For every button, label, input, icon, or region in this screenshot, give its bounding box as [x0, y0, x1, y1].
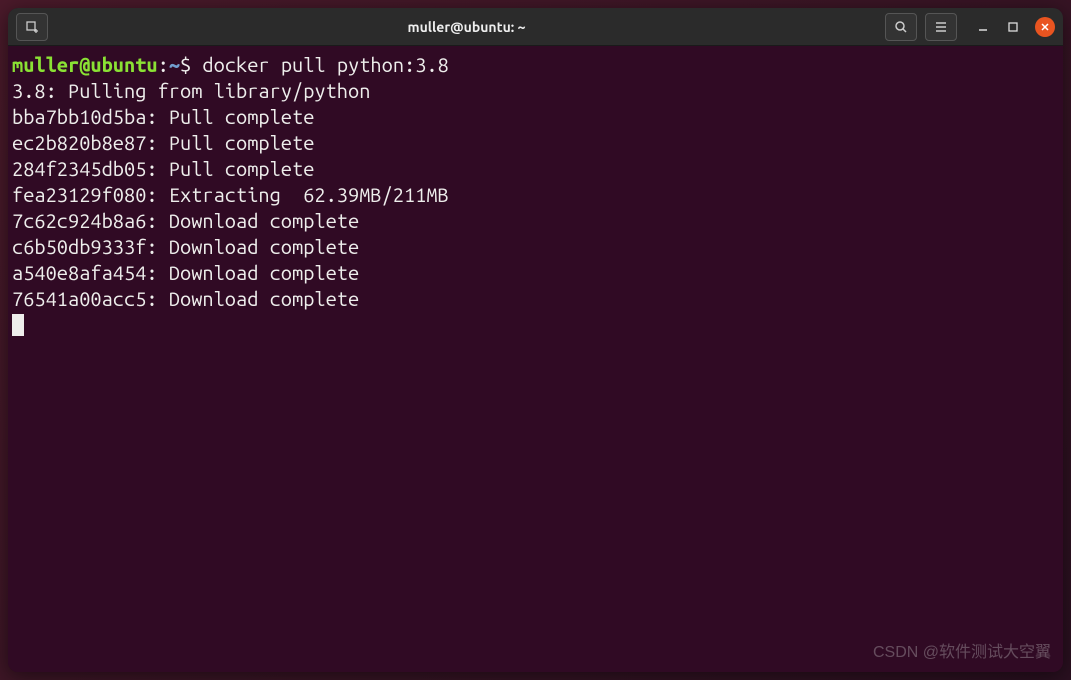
layer-id: ec2b820b8e87: [12, 131, 146, 154]
layer-line: 284f2345db05: Pull complete: [12, 156, 1059, 182]
layer-line: fea23129f080: Extracting 62.39MB/211MB: [12, 182, 1059, 208]
layer-status: Pull complete: [169, 105, 315, 128]
layer-status: Download complete: [169, 235, 359, 258]
prompt-path: ~: [169, 53, 180, 76]
window-title: muller@ubuntu: ~: [48, 19, 885, 35]
layer-id: c6b50db9333f: [12, 235, 146, 258]
layer-status: Extracting 62.39MB/211MB: [169, 183, 449, 206]
layer-id: a540e8afa454: [12, 261, 146, 284]
prompt-user-host: muller@ubuntu: [12, 53, 158, 76]
prompt-line: muller@ubuntu:~$ docker pull python:3.8: [12, 52, 1059, 78]
layer-id: 7c62c924b8a6: [12, 209, 146, 232]
maximize-icon: [1008, 22, 1018, 32]
layer-status: Download complete: [169, 261, 359, 284]
minimize-button[interactable]: [975, 19, 991, 35]
cursor-line: [12, 312, 1059, 338]
new-tab-button[interactable]: [16, 13, 48, 41]
cursor: [12, 314, 24, 336]
layer-status: Download complete: [169, 209, 359, 232]
search-button[interactable]: [885, 13, 917, 41]
layer-line: c6b50db9333f: Download complete: [12, 234, 1059, 260]
layer-line: 7c62c924b8a6: Download complete: [12, 208, 1059, 234]
layer-status: Download complete: [169, 287, 359, 310]
minimize-icon: [978, 22, 988, 32]
prompt-dollar: $: [180, 53, 202, 76]
prompt-colon: :: [158, 53, 169, 76]
layer-line: bba7bb10d5ba: Pull complete: [12, 104, 1059, 130]
search-icon: [894, 20, 908, 34]
layer-line: ec2b820b8e87: Pull complete: [12, 130, 1059, 156]
layer-status: Pull complete: [169, 131, 315, 154]
layer-id: 76541a00acc5: [12, 287, 146, 310]
maximize-button[interactable]: [1005, 19, 1021, 35]
layer-id: fea23129f080: [12, 183, 146, 206]
terminal-body[interactable]: muller@ubuntu:~$ docker pull python:3.8 …: [8, 46, 1063, 672]
output-pulling-from: 3.8: Pulling from library/python: [12, 78, 1059, 104]
close-icon: [1040, 22, 1050, 32]
layer-id: bba7bb10d5ba: [12, 105, 146, 128]
titlebar: muller@ubuntu: ~: [8, 8, 1063, 46]
layer-id: 284f2345db05: [12, 157, 146, 180]
command-text: docker pull python:3.8: [202, 53, 448, 76]
new-tab-icon: [25, 20, 39, 34]
layer-line: 76541a00acc5: Download complete: [12, 286, 1059, 312]
hamburger-icon: [934, 20, 948, 34]
terminal-window: muller@ubuntu: ~: [8, 8, 1063, 672]
layer-line: a540e8afa454: Download complete: [12, 260, 1059, 286]
close-button[interactable]: [1035, 17, 1055, 37]
menu-button[interactable]: [925, 13, 957, 41]
layer-status: Pull complete: [169, 157, 315, 180]
